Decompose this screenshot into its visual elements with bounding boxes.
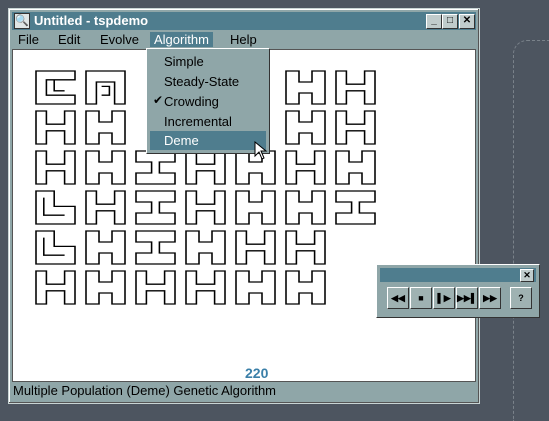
menu-algorithm[interactable]: Algorithm: [150, 32, 213, 47]
help-button[interactable]: ?: [510, 287, 532, 309]
tour-glyph: [135, 150, 176, 185]
playback-toolbar: ✕ ◀◀ ■ ▌▶ ▶▶▌ ▶▶ ?: [376, 264, 540, 318]
tour-glyph: [135, 190, 176, 225]
maximize-button[interactable]: □: [442, 14, 458, 29]
title-bar[interactable]: 🔍 Untitled - tspdemo _ □ ✕: [12, 12, 476, 30]
tour-glyph: [85, 230, 126, 265]
step-button[interactable]: ▌▶: [433, 287, 455, 309]
menu-bar: File Edit Evolve Algorithm Help: [12, 31, 476, 48]
tour-glyph: [135, 230, 176, 265]
generation-counter: 220: [245, 365, 269, 381]
status-bar: Multiple Population (Deme) Genetic Algor…: [13, 383, 277, 398]
tour-glyph: [335, 110, 376, 145]
tour-glyph: [285, 230, 326, 265]
menu-item-label: Incremental: [164, 114, 232, 129]
tour-glyph: [285, 150, 326, 185]
toolbar-titlebar[interactable]: ✕: [380, 268, 536, 282]
menu-item-deme[interactable]: Deme: [150, 131, 266, 150]
check-icon: ✔: [153, 93, 164, 107]
tour-glyph: [235, 270, 276, 305]
tour-glyph: [285, 70, 326, 105]
tour-glyph: [85, 270, 126, 305]
tour-glyph: [335, 190, 376, 225]
tour-glyph: [285, 270, 326, 305]
rewind-button[interactable]: ◀◀: [387, 287, 409, 309]
tour-glyph: [35, 150, 76, 185]
tour-glyph: [135, 270, 176, 305]
menu-help[interactable]: Help: [226, 32, 261, 47]
fast-forward-button[interactable]: ▶▶: [479, 287, 501, 309]
close-button[interactable]: ✕: [459, 14, 475, 29]
cursor-icon: [254, 141, 268, 160]
menu-item-label: Simple: [164, 54, 204, 69]
stop-button[interactable]: ■: [410, 287, 432, 309]
window-title: Untitled - tspdemo: [34, 13, 149, 28]
algorithm-dropdown: Simple Steady-State ✔ Crowding Incrementa…: [146, 48, 270, 154]
minimize-button[interactable]: _: [426, 14, 442, 29]
tour-glyph: [85, 70, 126, 105]
tour-glyph: [285, 190, 326, 225]
step-forward-button[interactable]: ▶▶▌: [456, 287, 478, 309]
tour-glyph: [35, 230, 76, 265]
toolbar-close-button[interactable]: ✕: [520, 269, 534, 282]
menu-item-crowding[interactable]: ✔ Crowding: [150, 92, 266, 111]
menu-item-label: Crowding: [164, 94, 219, 109]
menu-file[interactable]: File: [14, 32, 43, 47]
tour-glyph: [235, 230, 276, 265]
tour-glyph: [185, 230, 226, 265]
menu-file-label: File: [18, 32, 39, 47]
tour-glyph: [85, 110, 126, 145]
tour-glyph: [85, 190, 126, 225]
menu-help-label: Help: [230, 32, 257, 47]
menu-item-steady-state[interactable]: Steady-State: [150, 72, 266, 91]
tour-glyph: [235, 190, 276, 225]
menu-evolve-label: Evolve: [100, 32, 140, 47]
tour-glyph: [335, 150, 376, 185]
tour-glyph: [35, 270, 76, 305]
tour-glyph: [35, 70, 76, 105]
menu-item-label: Deme: [164, 133, 199, 148]
tour-glyph: [35, 110, 76, 145]
tour-glyph: [185, 270, 226, 305]
menu-edit[interactable]: Edit: [54, 32, 84, 47]
tour-glyph: [35, 190, 76, 225]
menu-item-incremental[interactable]: Incremental: [150, 112, 266, 131]
menu-edit-label: Edit: [58, 32, 81, 47]
desktop-decoration: [513, 40, 549, 421]
menu-evolve[interactable]: Evolve: [96, 32, 143, 47]
tour-glyph: [185, 150, 226, 185]
tour-glyph: [85, 150, 126, 185]
app-icon[interactable]: 🔍: [14, 13, 30, 29]
menu-item-simple[interactable]: Simple: [150, 52, 266, 71]
menu-algorithm-label: Algorithm: [154, 32, 209, 47]
tour-glyph: [335, 70, 376, 105]
menu-item-label: Steady-State: [164, 74, 240, 89]
tour-glyph: [285, 110, 326, 145]
tour-glyph: [185, 190, 226, 225]
